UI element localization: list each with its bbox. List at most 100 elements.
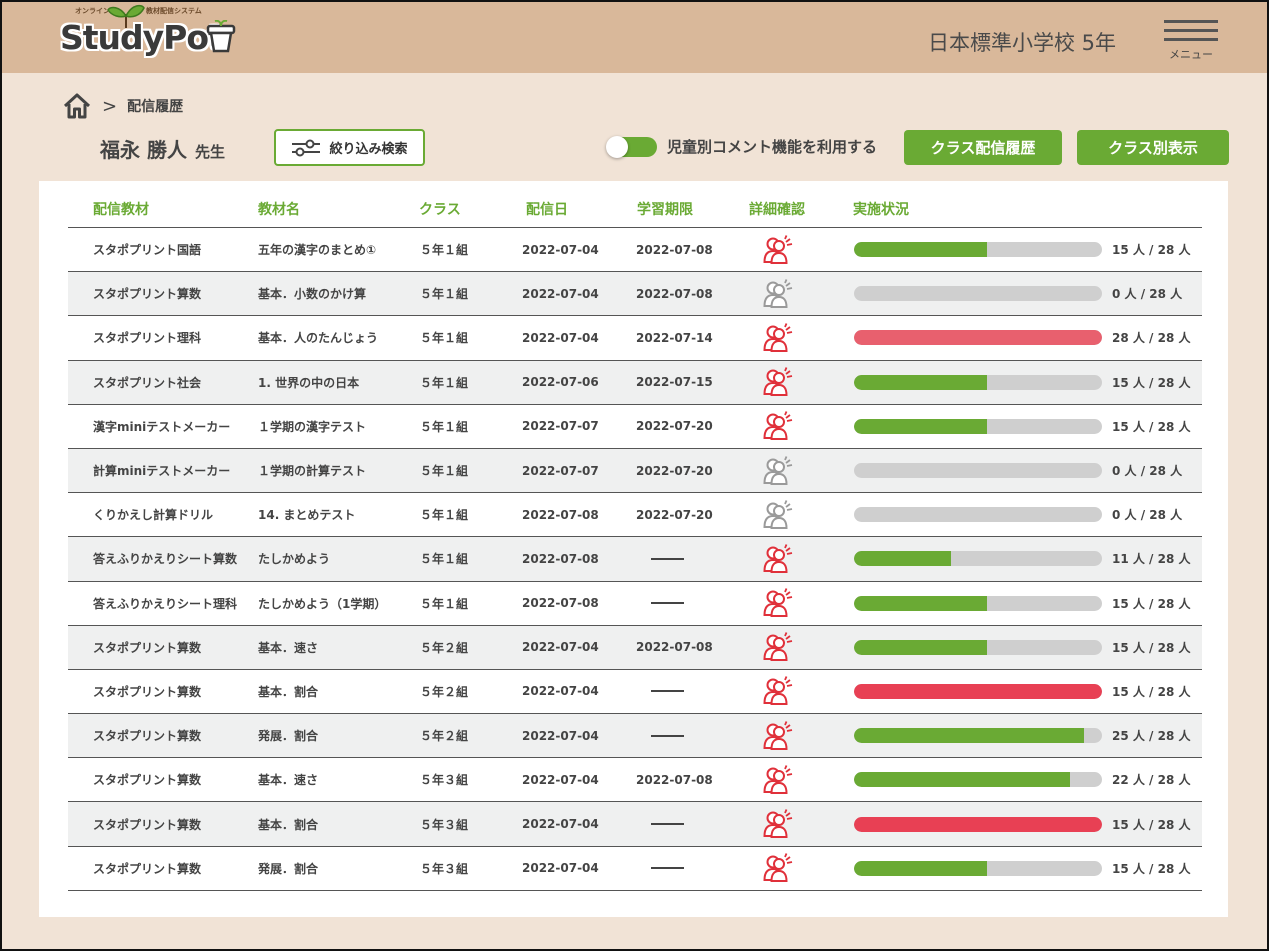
col-header-class: クラス (419, 202, 461, 218)
teacher-suffix: 先生 (194, 143, 225, 161)
detail-students-icon[interactable] (763, 582, 795, 625)
cell-material: スタポプリント算数 (93, 684, 202, 699)
limit-value: 2022-07-15 (636, 375, 713, 390)
cell-count: 11 人 / 28 人 (1112, 552, 1191, 567)
detail-students-icon[interactable] (763, 670, 795, 713)
cell-limit (636, 714, 684, 757)
cell-count: 22 人 / 28 人 (1112, 773, 1191, 788)
progress-bar-fill (854, 772, 1071, 788)
cell-date: 2022-07-04 (522, 684, 599, 699)
cell-count: 15 人 / 28 人 (1112, 640, 1191, 655)
student-comment-toggle-label: 児童別コメント機能を利用する (667, 138, 878, 156)
delivery-history-table: 配信教材 教材名 クラス 配信日 学習期限 詳細確認 実施状況 スタポプリント国… (39, 181, 1228, 917)
cell-date: 2022-07-04 (522, 242, 599, 257)
detail-students-icon[interactable] (763, 714, 795, 757)
cell-progress (854, 228, 1102, 271)
cell-class: ５年１組 (420, 331, 469, 346)
cell-count: 15 人 / 28 人 (1112, 861, 1191, 876)
progress-bar-fill (854, 551, 952, 567)
cell-limit: 2022-07-15 (636, 361, 713, 404)
progress-bar (854, 286, 1102, 302)
detail-students-icon[interactable] (763, 626, 795, 669)
cell-date: 2022-07-04 (522, 772, 599, 787)
no-limit-dash (651, 602, 684, 605)
cell-material: 答えふりかえりシート算数 (93, 552, 238, 567)
cell-material-name: 14. まとめテスト (258, 508, 356, 523)
table-row: スタポプリント社会 1. 世界の中の日本 ５年１組 2022-07-06 202… (68, 360, 1202, 405)
progress-bar (854, 772, 1102, 788)
breadcrumb-separator: > (102, 95, 118, 117)
cell-count: 15 人 / 28 人 (1112, 243, 1191, 258)
studypot-logo[interactable]: オンライン 教材配信システム StudyPot (60, 4, 240, 68)
detail-students-icon[interactable] (763, 361, 795, 404)
detail-students-icon[interactable] (763, 228, 795, 271)
cell-material: スタポプリント算数 (93, 773, 202, 788)
col-header-status: 実施状況 (853, 202, 909, 218)
detail-students-icon[interactable] (763, 493, 795, 536)
student-comment-toggle[interactable] (606, 135, 657, 158)
cell-count: 0 人 / 28 人 (1112, 508, 1183, 523)
cell-class: ５年３組 (420, 817, 469, 832)
cell-limit: 2022-07-08 (636, 758, 713, 801)
cell-material: スタポプリント算数 (93, 287, 202, 302)
cell-material-name: たしかめよう（1学期） (258, 596, 387, 611)
cell-material-name: 発展．割合 (258, 861, 319, 876)
logo-wordmark: StudyPot (60, 18, 224, 57)
cell-date: 2022-07-08 (522, 596, 599, 611)
progress-bar (854, 595, 1102, 611)
no-limit-dash (651, 690, 684, 693)
detail-students-icon[interactable] (763, 405, 795, 448)
logo-tagline-left: オンライン (75, 7, 110, 15)
cell-progress (854, 316, 1102, 359)
cell-progress (854, 272, 1102, 315)
cell-progress (854, 670, 1102, 713)
detail-students-icon[interactable] (763, 758, 795, 801)
cell-limit: 2022-07-08 (636, 272, 713, 315)
cell-progress (854, 802, 1102, 845)
table-row: 答えふりかえりシート算数 たしかめよう ５年１組 2022-07-08 11 人… (68, 537, 1202, 582)
cell-progress (854, 449, 1102, 492)
detail-students-icon[interactable] (763, 802, 795, 845)
detail-students-icon[interactable] (763, 847, 795, 890)
cell-count: 15 人 / 28 人 (1112, 817, 1191, 832)
cell-material-name: 基本．人のたんじょう (258, 331, 379, 346)
cell-progress (854, 758, 1102, 801)
detail-students-icon[interactable] (763, 449, 795, 492)
table-row: スタポプリント算数 基本．割合 ５年２組 2022-07-04 15 人 / 2… (68, 670, 1202, 715)
progress-bar (854, 463, 1102, 479)
home-icon[interactable] (62, 92, 92, 120)
progress-bar-fill (854, 418, 987, 434)
cell-material: スタポプリント社会 (93, 375, 202, 390)
class-history-button[interactable]: クラス配信履歴 (904, 130, 1062, 165)
progress-bar (854, 551, 1102, 567)
detail-students-icon[interactable] (763, 316, 795, 359)
cell-material-name: 基本．割合 (258, 817, 319, 832)
table-row: スタポプリント算数 発展．割合 ５年３組 2022-07-04 15 人 / 2… (68, 847, 1202, 891)
detail-students-icon[interactable] (763, 537, 795, 580)
cell-material: 計算miniテストメーカー (93, 464, 231, 479)
progress-bar-fill (854, 639, 987, 655)
table-row: スタポプリント算数 基本．割合 ５年３組 2022-07-04 15 人 / 2… (68, 802, 1202, 847)
cell-material-name: 五年の漢字のまとめ① (258, 243, 377, 258)
cell-material: スタポプリント国語 (93, 243, 202, 258)
cell-class: ５年１組 (420, 287, 469, 302)
cell-material: スタポプリント算数 (93, 817, 202, 832)
cell-class: ５年１組 (420, 375, 469, 390)
col-header-date: 配信日 (526, 202, 568, 218)
cell-class: ５年２組 (420, 640, 469, 655)
cell-progress (854, 626, 1102, 669)
cell-progress (854, 714, 1102, 757)
hamburger-menu-button[interactable]: メニュー (1162, 18, 1220, 64)
cell-count: 28 人 / 28 人 (1112, 331, 1191, 346)
progress-bar-fill (854, 860, 987, 876)
limit-value: 2022-07-08 (636, 640, 713, 655)
limit-value: 2022-07-20 (636, 507, 713, 522)
col-header-detail: 詳細確認 (749, 202, 805, 218)
filter-search-button[interactable]: 絞り込み検索 (274, 129, 425, 166)
filter-search-label: 絞り込み検索 (329, 142, 408, 157)
breadcrumb: > 配信履歴 (62, 92, 183, 120)
detail-students-icon[interactable] (763, 272, 795, 315)
app-header: オンライン 教材配信システム StudyPot 日本標準小学校 5年 メニュー (0, 0, 1269, 73)
class-view-button[interactable]: クラス別表示 (1077, 130, 1229, 165)
no-limit-dash (651, 557, 684, 560)
